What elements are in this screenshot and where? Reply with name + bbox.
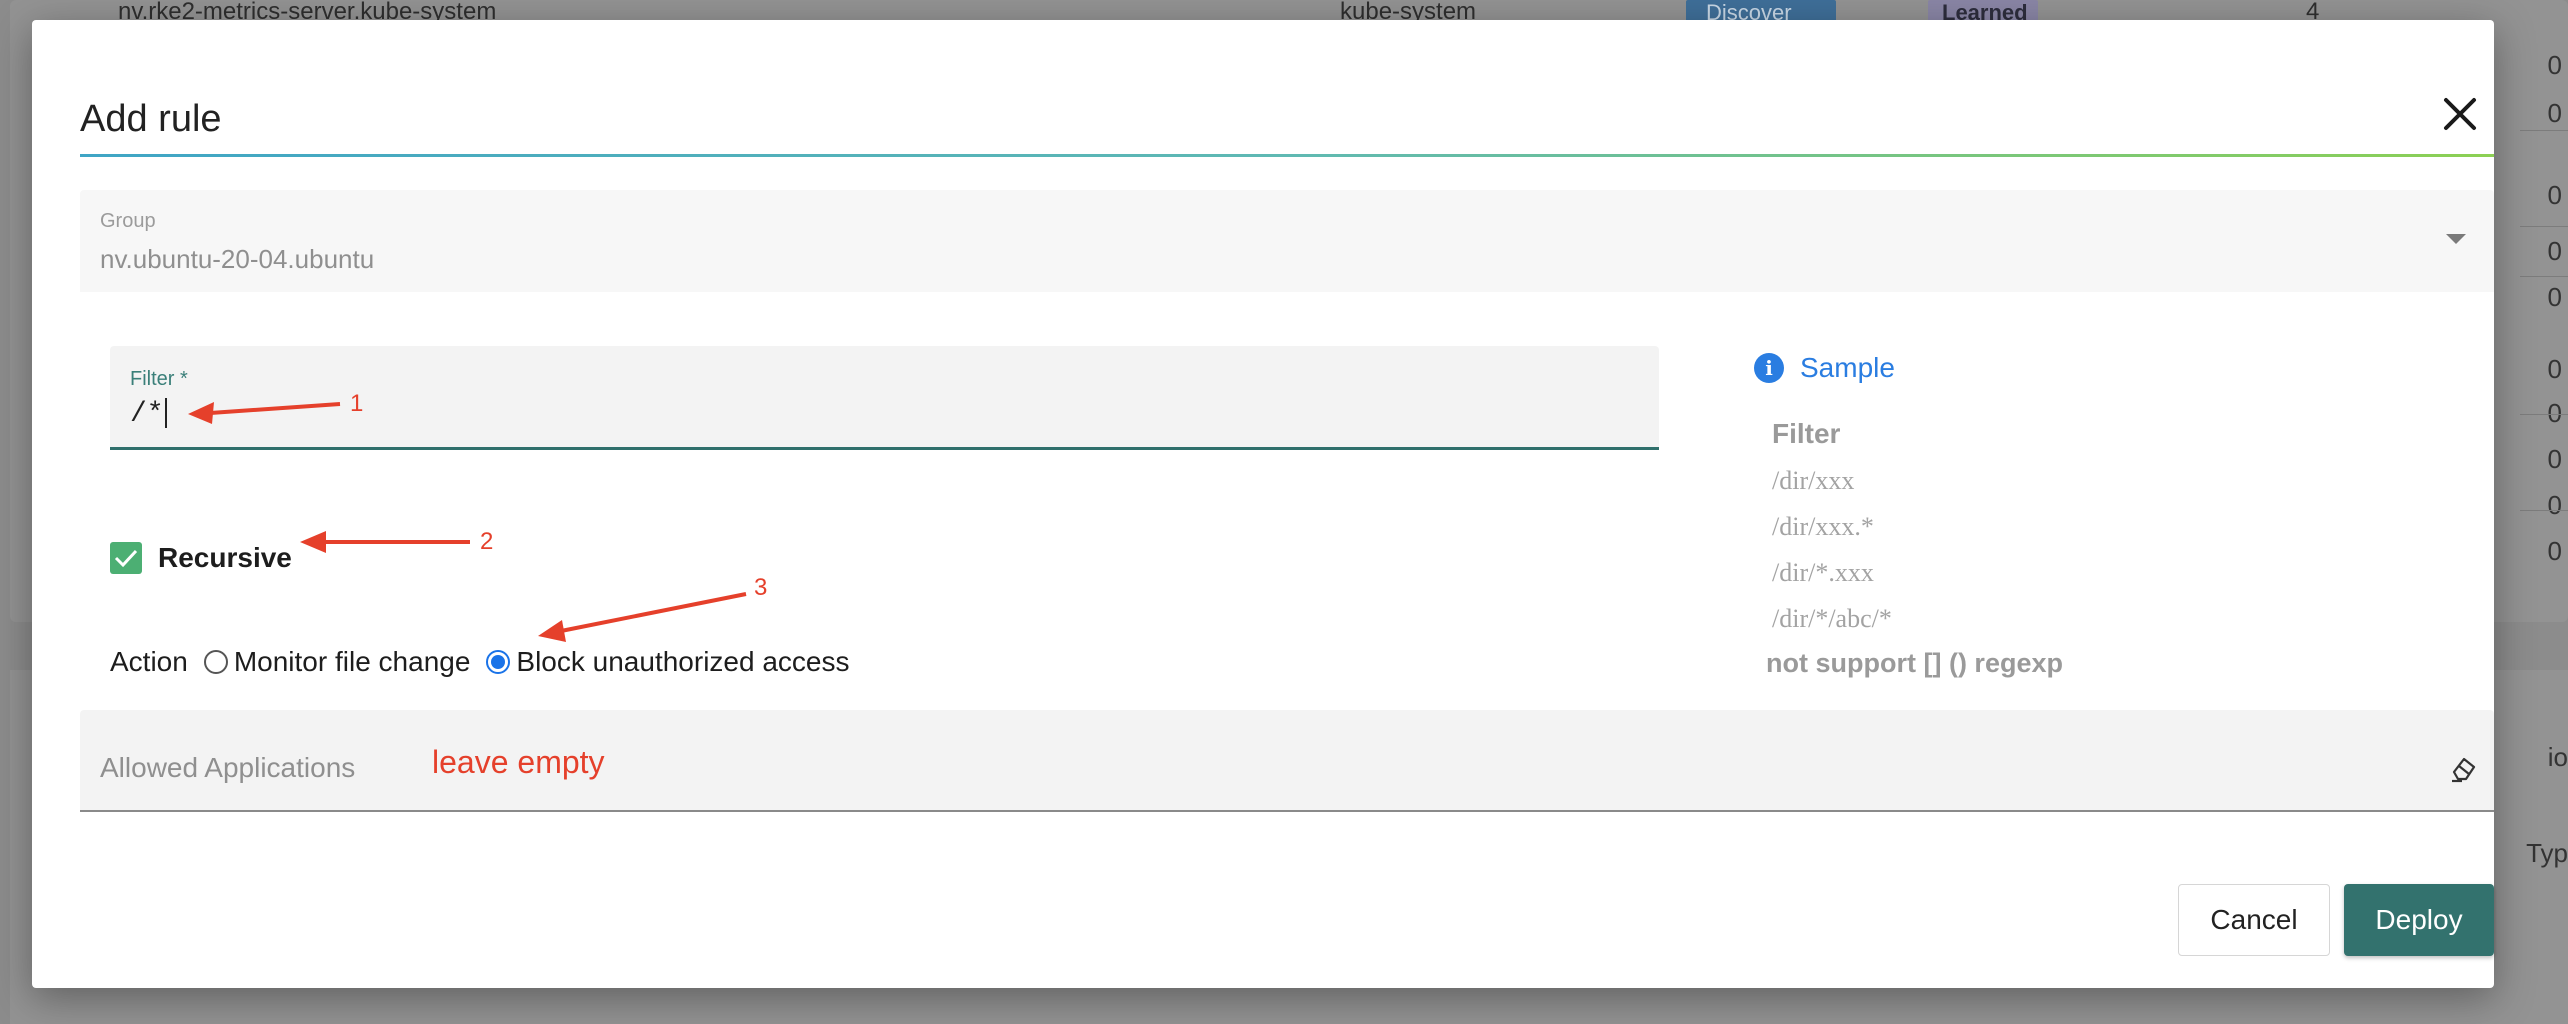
group-value: nv.ubuntu-20-04.ubuntu bbox=[100, 244, 375, 274]
annotation-number-3: 3 bbox=[754, 574, 768, 601]
bg-right-number: 0 bbox=[2547, 236, 2562, 266]
close-icon bbox=[2444, 98, 2476, 130]
annotation-leave-empty: leave empty bbox=[432, 744, 605, 780]
bg-right-number: 0 bbox=[2547, 536, 2562, 566]
bg-right-number: 0 bbox=[2547, 282, 2562, 312]
add-rule-dialog: Add rule Group nv.ubuntu-20-04.ubuntu Fi… bbox=[32, 20, 2494, 988]
radio-button[interactable] bbox=[203, 650, 228, 674]
bg-right-number: 0 bbox=[2547, 490, 2562, 520]
recursive-label: Recursive bbox=[158, 542, 292, 573]
radio-label: Monitor file change bbox=[233, 646, 471, 677]
bg-right-number: 0 bbox=[2547, 180, 2562, 210]
deploy-button[interactable]: Deploy bbox=[2344, 884, 2494, 956]
radio-monitor-file-change[interactable]: Monitor file change bbox=[203, 646, 471, 678]
sample-item: /dir/*/abc/* bbox=[1772, 604, 1892, 633]
action-label: Action bbox=[110, 646, 188, 677]
recursive-option[interactable]: Recursive bbox=[110, 538, 292, 578]
sample-header: i Sample bbox=[1754, 352, 1895, 384]
bg-divider bbox=[2520, 276, 2568, 277]
sample-note: not support [] () regexp bbox=[1766, 648, 2063, 678]
bg-mode-badge: Discover bbox=[1686, 0, 1836, 25]
filter-label: Filter * bbox=[130, 368, 188, 390]
filter-value: /* bbox=[130, 398, 164, 430]
bg-right-number: 0 bbox=[2547, 354, 2562, 384]
annotation-number-2: 2 bbox=[480, 528, 494, 555]
allowed-applications-label: Allowed Applications bbox=[100, 752, 356, 783]
filter-input[interactable]: /* bbox=[130, 398, 167, 429]
bg-divider bbox=[2520, 226, 2568, 227]
group-label: Group bbox=[100, 210, 156, 232]
bg-divider bbox=[2520, 130, 2568, 131]
radio-button-selected[interactable] bbox=[486, 650, 511, 674]
bg-right-text: io bbox=[2547, 742, 2568, 772]
eraser-icon[interactable] bbox=[2448, 754, 2478, 784]
annotation-number-1: 1 bbox=[350, 390, 364, 417]
bg-right-number: 0 bbox=[2547, 50, 2562, 80]
bg-divider bbox=[2520, 414, 2568, 415]
title-divider bbox=[80, 154, 2494, 157]
info-icon: i bbox=[1754, 353, 1784, 383]
chevron-down-icon bbox=[2446, 234, 2466, 244]
sample-item: /dir/xxx.* bbox=[1772, 512, 1874, 541]
text-caret bbox=[164, 398, 167, 428]
cancel-button[interactable]: Cancel bbox=[2178, 884, 2330, 956]
sample-item: /dir/*.xxx bbox=[1772, 558, 1874, 587]
bg-right-text: Typ bbox=[2526, 838, 2568, 868]
filter-field[interactable]: Filter * /* bbox=[110, 346, 1659, 450]
bg-type-badge: Learned bbox=[1928, 0, 2038, 25]
radio-block-unauthorized-access[interactable]: Block unauthorized access bbox=[486, 646, 849, 678]
bg-right-number: 0 bbox=[2547, 98, 2562, 128]
sample-title: Sample bbox=[1800, 352, 1895, 383]
radio-label: Block unauthorized access bbox=[516, 646, 850, 677]
sample-filter-heading: Filter bbox=[1772, 418, 1841, 449]
sample-item: /dir/xxx bbox=[1772, 466, 1855, 495]
dialog-title: Add rule bbox=[80, 98, 222, 140]
recursive-checkbox[interactable] bbox=[110, 542, 142, 574]
check-icon bbox=[114, 549, 138, 568]
group-select[interactable]: Group nv.ubuntu-20-04.ubuntu bbox=[80, 190, 2494, 292]
bg-right-number: 0 bbox=[2547, 444, 2562, 474]
close-button[interactable] bbox=[2430, 84, 2490, 144]
bg-divider bbox=[2520, 510, 2568, 511]
action-radio-group: Action Monitor file change Block unautho… bbox=[110, 632, 865, 692]
